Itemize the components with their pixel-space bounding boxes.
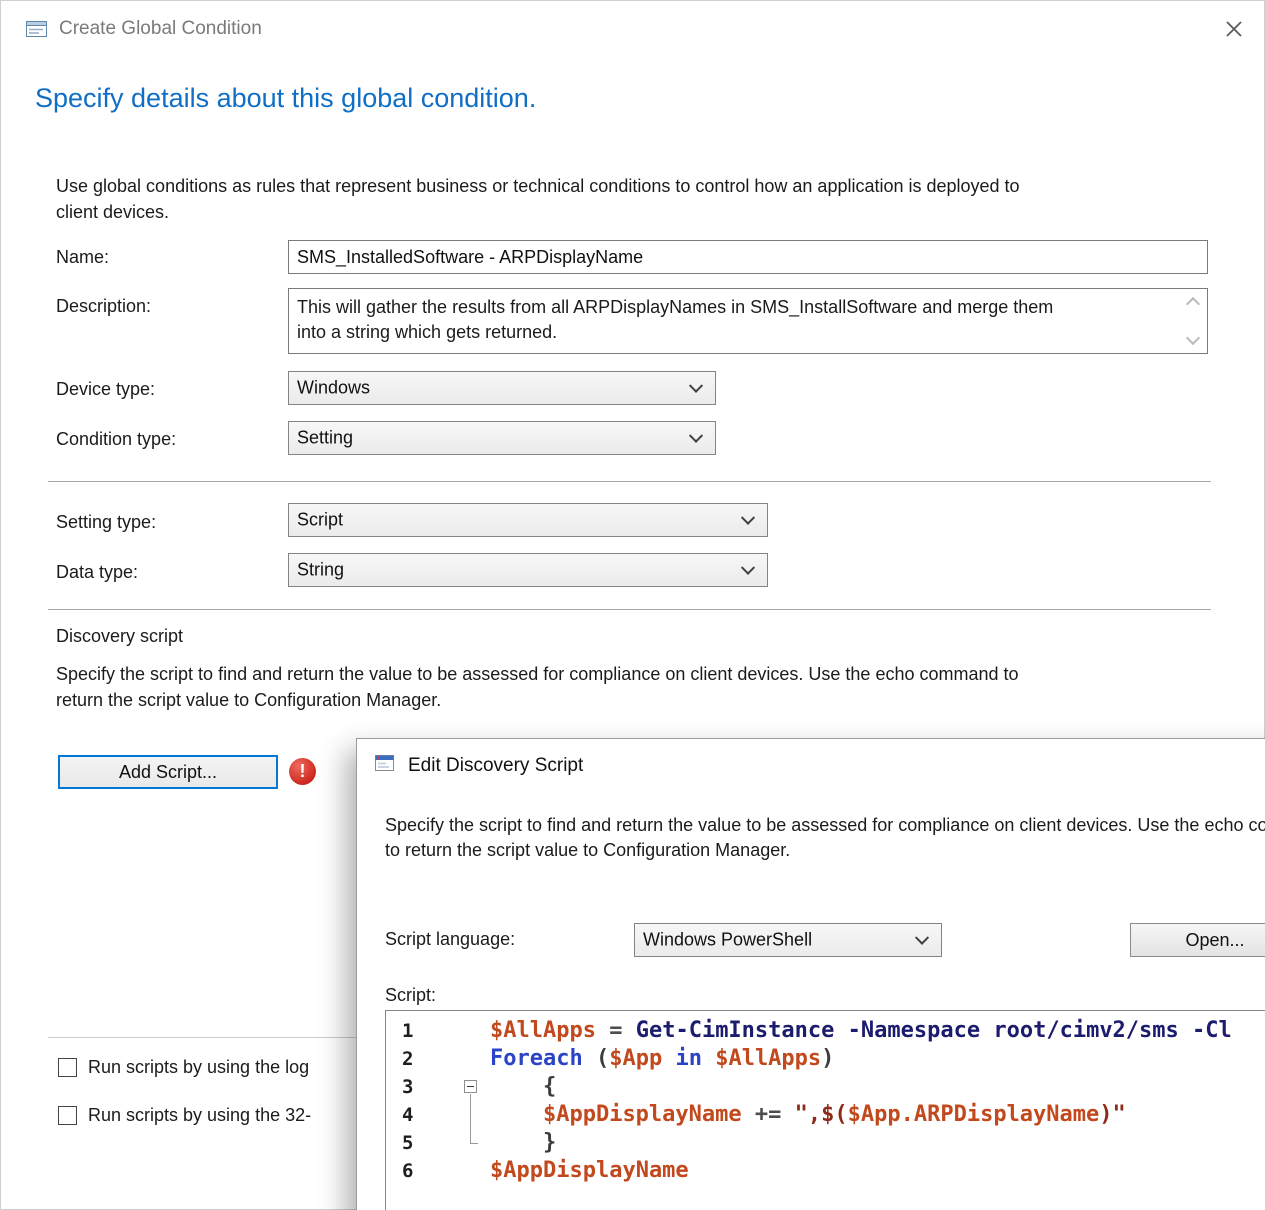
description-line: into a string which gets returned. [297, 320, 1173, 345]
fold-guide [460, 1129, 490, 1157]
device-type-value: Windows [297, 378, 370, 399]
edit-dialog-instructions-line: to return the script value to Configurat… [385, 838, 1265, 863]
run-scripts-logged-on-user-row: Run scripts by using the log [58, 1057, 350, 1078]
code-text: } [490, 1129, 556, 1157]
script-label: Script: [385, 985, 436, 1006]
window-titlebar: Create Global Condition [1, 1, 1264, 59]
scroll-down-icon[interactable] [1186, 331, 1200, 345]
discovery-instructions: Specify the script to find and return th… [56, 661, 1019, 713]
code-text: $AppDisplayName += ",$($App.ARPDisplayNa… [490, 1101, 1126, 1129]
condition-type-label: Condition type: [56, 429, 176, 450]
code-text: $AppDisplayName [490, 1157, 689, 1185]
edit-dialog-titlebar: Edit Discovery Script [374, 753, 583, 778]
code-line: 3{ [386, 1073, 1265, 1101]
window-icon [25, 19, 49, 39]
description-label: Description: [56, 296, 151, 317]
code-line: 6 $AppDisplayName [386, 1157, 1265, 1185]
data-type-label: Data type: [56, 562, 138, 583]
edit-dialog-instructions: Specify the script to find and return th… [385, 813, 1265, 863]
setting-type-select[interactable]: Script [288, 503, 768, 537]
run-scripts-32bit-checkbox[interactable] [58, 1106, 77, 1125]
code-text: { [490, 1073, 556, 1101]
condition-type-value: Setting [297, 428, 353, 449]
code-line: 4 $AppDisplayName += ",$($App.ARPDisplayN… [386, 1101, 1265, 1129]
divider [48, 609, 1211, 610]
script-editor[interactable]: 1 $AllApps = Get-CimInstance -Namespace r… [385, 1010, 1265, 1210]
checkbox-label: Run scripts by using the 32- [88, 1105, 350, 1126]
intro-text: Use global conditions as rules that repr… [56, 173, 1020, 225]
intro-line: Use global conditions as rules that repr… [56, 173, 1020, 199]
condition-type-select[interactable]: Setting [288, 421, 716, 455]
code-line: 2 Foreach ($App in $AllApps) [386, 1045, 1265, 1073]
edit-dialog-instructions-line: Specify the script to find and return th… [385, 813, 1265, 838]
description-textarea[interactable]: This will gather the results from all AR… [288, 288, 1208, 354]
chevron-down-icon [915, 931, 929, 945]
data-type-value: String [297, 560, 344, 581]
fold-guide [460, 1101, 490, 1129]
device-type-select[interactable]: Windows [288, 371, 716, 405]
edit-discovery-script-dialog: Edit Discovery Script Specify the script… [356, 738, 1265, 1210]
edit-dialog-icon [374, 753, 396, 778]
chevron-down-icon [689, 379, 703, 393]
page-title: Specify details about this global condit… [35, 83, 536, 114]
fold-collapse-icon[interactable] [460, 1073, 490, 1101]
script-language-select[interactable]: Windows PowerShell [634, 923, 942, 957]
run-scripts-logged-on-user-checkbox[interactable] [58, 1058, 77, 1077]
close-icon [1222, 17, 1246, 41]
line-number: 3 [386, 1073, 460, 1101]
run-scripts-32bit-row: Run scripts by using the 32- [58, 1105, 350, 1126]
fold-guide [460, 1017, 490, 1045]
code-editor-lines: 1 $AllApps = Get-CimInstance -Namespace r… [386, 1017, 1265, 1185]
discovery-script-heading: Discovery script [56, 626, 183, 647]
device-type-label: Device type: [56, 379, 155, 400]
divider [48, 1037, 356, 1038]
fold-guide [460, 1045, 490, 1073]
setting-type-value: Script [297, 510, 343, 531]
script-language-value: Windows PowerShell [643, 930, 812, 951]
window-title: Create Global Condition [59, 18, 262, 40]
name-label: Name: [56, 247, 109, 268]
fold-guide [460, 1157, 490, 1185]
chevron-down-icon [741, 561, 755, 575]
add-script-button[interactable]: Add Script... [58, 755, 278, 789]
error-icon: ! [289, 758, 316, 785]
intro-line: client devices. [56, 199, 1020, 225]
create-global-condition-window: Create Global Condition Specify details … [0, 0, 1265, 1210]
edit-dialog-title: Edit Discovery Script [408, 755, 583, 777]
scroll-up-icon[interactable] [1186, 297, 1200, 311]
data-type-select[interactable]: String [288, 553, 768, 587]
discovery-instructions-line: Specify the script to find and return th… [56, 661, 1019, 687]
checkbox-label: Run scripts by using the log [88, 1057, 350, 1078]
script-language-label: Script language: [385, 929, 515, 950]
setting-type-label: Setting type: [56, 512, 156, 533]
open-button[interactable]: Open... [1130, 923, 1265, 957]
chevron-down-icon [741, 511, 755, 525]
line-number: 5 [386, 1129, 460, 1157]
discovery-instructions-line: return the script value to Configuration… [56, 687, 1019, 713]
code-text: $AllApps = Get-CimInstance -Namespace ro… [490, 1017, 1232, 1045]
close-button[interactable] [1218, 14, 1250, 46]
divider [48, 481, 1211, 482]
code-text: Foreach ($App in $AllApps) [490, 1045, 834, 1073]
chevron-down-icon [689, 429, 703, 443]
line-number: 4 [386, 1101, 460, 1129]
code-line: 1 $AllApps = Get-CimInstance -Namespace r… [386, 1017, 1265, 1045]
line-number: 2 [386, 1045, 460, 1073]
line-number: 6 [386, 1157, 460, 1185]
name-input[interactable] [288, 240, 1208, 274]
description-line: This will gather the results from all AR… [297, 295, 1173, 320]
line-number: 1 [386, 1017, 460, 1045]
code-line: 5} [386, 1129, 1265, 1157]
